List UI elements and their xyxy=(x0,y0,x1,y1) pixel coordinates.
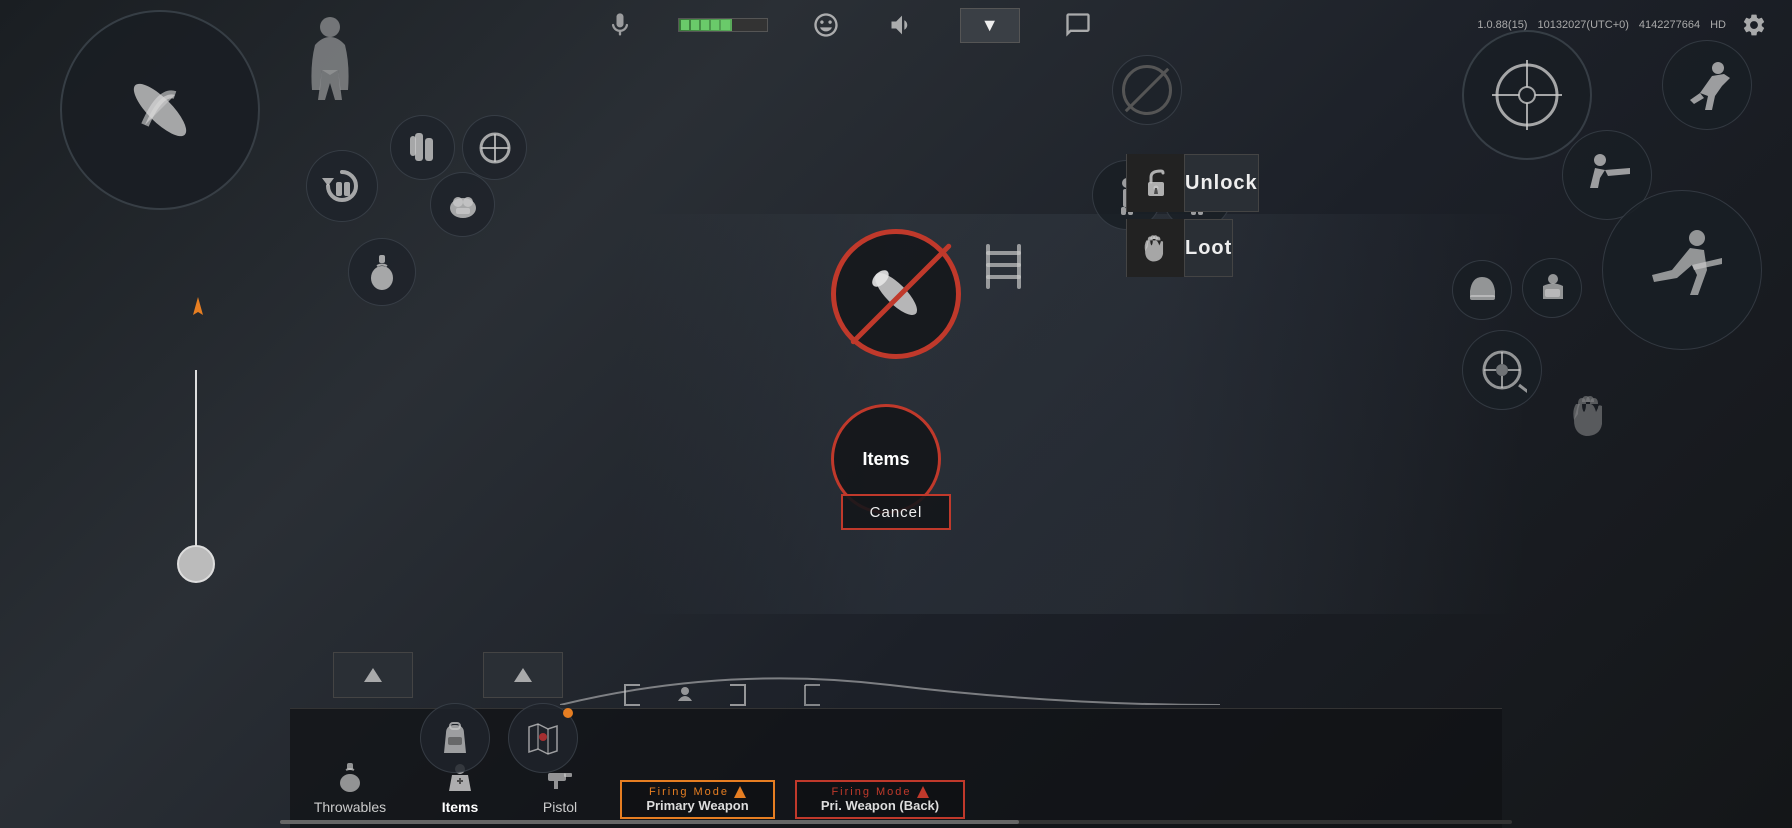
strip-icons xyxy=(420,703,578,773)
bracket-icons-right xyxy=(800,680,840,710)
running-soldier-icon[interactable] xyxy=(1662,40,1752,130)
ammo-icon[interactable] xyxy=(390,115,455,180)
throwables-up-button[interactable] xyxy=(333,652,413,698)
items-circle-label: Items xyxy=(862,449,909,470)
mic-icon[interactable] xyxy=(602,7,638,43)
cancel-label: Cancel xyxy=(870,504,923,521)
scroll-track[interactable] xyxy=(280,820,1512,824)
vehicle-driver-icon[interactable] xyxy=(1522,258,1582,318)
boot-no-entry-icon[interactable] xyxy=(1112,55,1182,125)
character-silhouette[interactable] xyxy=(290,10,370,130)
dropdown-icon: ▼ xyxy=(981,15,999,36)
kneeling-soldier-circle[interactable] xyxy=(1602,190,1762,350)
mask-icon[interactable] xyxy=(430,172,495,237)
throwables-tab-label: Throwables xyxy=(314,799,386,815)
quality-badge: HD xyxy=(1710,19,1726,31)
primary-firing-mode-subtitle: Primary Weapon xyxy=(634,798,761,813)
unlock-button[interactable]: Unlock xyxy=(1126,154,1259,212)
volume-icon[interactable] xyxy=(884,7,920,43)
primary-firing-mode-title: Firing Mode xyxy=(634,786,761,798)
scope-right-icon[interactable] xyxy=(1462,330,1542,410)
version-text: 1.0.88(15) xyxy=(1477,19,1527,31)
tab-throwables[interactable]: Throwables xyxy=(290,751,410,823)
secondary-firing-mode-subtitle: Pri. Weapon (Back) xyxy=(809,798,951,813)
secondary-firing-mode-card: Firing Mode Pri. Weapon (Back) xyxy=(795,780,965,819)
emote-icon[interactable] xyxy=(808,7,844,43)
top-bar-center: ▼ xyxy=(602,7,1096,43)
bracket-icons xyxy=(620,680,750,710)
items-up-button[interactable] xyxy=(483,652,563,698)
backpack-strip-icon[interactable] xyxy=(420,703,490,773)
player-position-dot xyxy=(183,295,213,325)
session-text: 10132027(UTC+0) xyxy=(1537,19,1628,31)
throwables-tab-icon xyxy=(332,759,368,795)
player-stick xyxy=(195,370,197,550)
primary-firing-mode-card: Firing Mode Primary Weapon xyxy=(620,780,775,819)
dropdown-button[interactable]: ▼ xyxy=(960,8,1020,43)
hand-loot-icon xyxy=(1127,219,1185,277)
crosshair-circle[interactable] xyxy=(1462,30,1592,160)
cancel-button[interactable]: Cancel xyxy=(841,494,951,530)
no-sign xyxy=(1122,65,1172,115)
ladder-icon xyxy=(976,239,1031,299)
unlock-label: Unlock xyxy=(1185,172,1258,195)
player-id-text: 4142277664 xyxy=(1639,19,1700,31)
tab-primary-weapon[interactable]: Firing Mode Primary Weapon xyxy=(610,780,785,823)
chat-icon[interactable] xyxy=(1060,7,1096,43)
helmet-icon[interactable] xyxy=(1452,260,1512,320)
settings-button[interactable] xyxy=(1736,7,1772,43)
map-strip-icon[interactable] xyxy=(508,703,578,773)
reload-icon[interactable] xyxy=(306,150,378,222)
items-tab-label: Items xyxy=(442,799,479,815)
lock-icon xyxy=(1127,154,1185,212)
loot-button[interactable]: Loot xyxy=(1126,219,1233,277)
center-bullet-circle[interactable] xyxy=(831,229,961,359)
secondary-firing-mode-title: Firing Mode xyxy=(809,786,951,798)
scroll-thumb xyxy=(280,820,1019,824)
player-ball xyxy=(177,545,215,583)
tab-pri-weapon-back[interactable]: Firing Mode Pri. Weapon (Back) xyxy=(785,780,975,823)
pistol-tab-label: Pistol xyxy=(543,799,577,815)
bullet-large-circle[interactable] xyxy=(60,10,260,210)
glove-right-icon[interactable] xyxy=(1554,380,1624,450)
grenade-top-icon[interactable] xyxy=(348,238,416,306)
voice-level-bar xyxy=(678,18,768,32)
loot-label: Loot xyxy=(1185,237,1232,260)
scope-icon[interactable] xyxy=(462,115,527,180)
